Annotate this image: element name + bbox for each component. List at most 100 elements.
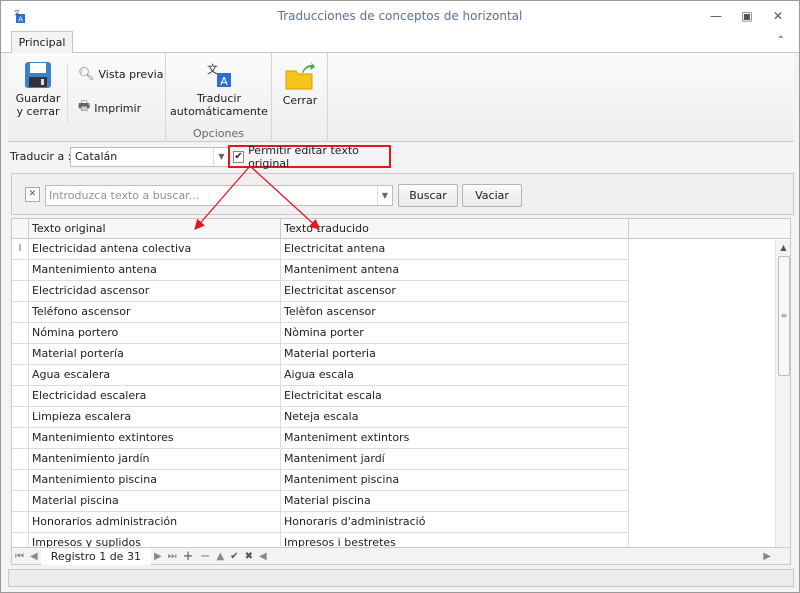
prev-record-icon[interactable]: ◀ [27,551,41,562]
allow-edit-original-checkbox[interactable]: ✔ Permitir editar texto original [228,144,391,170]
row-indicator[interactable] [12,302,29,323]
table-row[interactable]: Impresos y suplidos Impresos i bestretes [12,533,629,547]
search-button[interactable]: Buscar [398,184,458,207]
scrollbar-thumb[interactable]: ≡ [778,256,790,376]
cell-translated[interactable]: Material piscina [281,491,629,512]
cell-translated[interactable]: Manteniment jardí [281,449,629,470]
row-indicator[interactable] [12,407,29,428]
table-row[interactable]: Mantenimiento antena Manteniment antena [12,260,629,281]
row-indicator[interactable] [12,323,29,344]
cell-original[interactable]: Electricidad ascensor [29,281,281,302]
add-record-icon[interactable]: + [180,549,197,564]
scroll-up-icon[interactable]: ▲ [776,243,790,252]
auto-translate-button[interactable]: 文A Traducir automáticamente [170,61,268,118]
delete-record-icon[interactable]: − [197,549,214,564]
scroll-left-icon[interactable]: ◀ [256,551,270,562]
cell-original[interactable]: Material piscina [29,491,281,512]
cell-original[interactable]: Nómina portero [29,323,281,344]
row-indicator[interactable] [12,428,29,449]
cell-original[interactable]: Electricidad escalera [29,386,281,407]
table-row[interactable]: Material portería Material porteria [12,344,629,365]
cell-translated[interactable]: Aigua escala [281,365,629,386]
cell-translated[interactable]: Manteniment piscina [281,470,629,491]
cell-original[interactable]: Honorarios administración [29,512,281,533]
row-indicator[interactable] [12,386,29,407]
cell-original[interactable]: Mantenimiento jardín [29,449,281,470]
last-record-icon[interactable]: ⏭ [165,551,180,562]
cell-translated[interactable]: Neteja escala [281,407,629,428]
cell-translated[interactable]: Material porteria [281,344,629,365]
cell-translated[interactable]: Electricitat antena [281,239,629,260]
table-row[interactable]: Material piscina Material piscina [12,491,629,512]
ribbon-group-main: Guardar y cerrar 🔍︎ Vista previa 🖶 Imprimi… [8,53,166,142]
collapse-ribbon-icon[interactable]: ⌃ [777,35,785,46]
cell-original[interactable]: Electricidad antena colectiva [29,239,281,260]
table-row[interactable]: Nómina portero Nòmina porter [12,323,629,344]
cell-translated[interactable]: Honoraris d'administració [281,512,629,533]
close-search-icon[interactable]: ✕ [25,187,40,202]
cell-translated[interactable]: Manteniment antena [281,260,629,281]
preview-button[interactable]: 🔍︎ Vista previa [78,67,163,82]
checkbox-checked-icon[interactable]: ✔ [233,150,245,163]
scroll-right-icon[interactable]: ▶ [760,551,774,562]
row-indicator[interactable] [12,281,29,302]
cell-translated[interactable]: Impresos i bestretes [281,533,629,547]
search-input[interactable]: Introduzca texto a buscar... ▼ [45,185,393,206]
edit-record-icon[interactable]: ▲ [213,551,227,562]
row-indicator[interactable]: I [12,239,29,260]
close-window-button[interactable]: ✕ [770,8,786,24]
cancel-icon[interactable]: ✖ [242,551,256,562]
table-row[interactable]: Mantenimiento piscina Manteniment piscin… [12,470,629,491]
cell-translated[interactable]: Electricitat escala [281,386,629,407]
chevron-down-icon[interactable]: ▼ [377,186,392,205]
cell-translated[interactable]: Nòmina porter [281,323,629,344]
cell-original[interactable]: Material portería [29,344,281,365]
cell-translated[interactable]: Manteniment extintors [281,428,629,449]
column-header-translated[interactable]: Texto traducido [281,219,629,239]
row-indicator[interactable] [12,533,29,547]
record-navigator: ⏮ ◀ Registro 1 de 31 ▶ ⏭ + − ▲ ✔ ✖ ◀ ▶ [11,547,791,565]
cell-translated[interactable]: Electricitat ascensor [281,281,629,302]
cell-original[interactable]: Limpieza escalera [29,407,281,428]
row-indicator[interactable] [12,512,29,533]
minimize-button[interactable]: — [708,8,724,24]
first-record-icon[interactable]: ⏮ [12,551,27,562]
maximize-button[interactable]: ▣ [739,8,755,24]
cell-original[interactable]: Mantenimiento piscina [29,470,281,491]
confirm-icon[interactable]: ✔ [227,551,241,562]
row-indicator[interactable] [12,344,29,365]
cell-original[interactable]: Teléfono ascensor [29,302,281,323]
table-row[interactable]: Limpieza escalera Neteja escala [12,407,629,428]
table-row[interactable]: I Electricidad antena colectiva Electric… [12,239,629,260]
column-header-original[interactable]: Texto original [29,219,281,239]
table-row[interactable]: Agua escalera Aigua escala [12,365,629,386]
row-indicator[interactable] [12,449,29,470]
row-indicator[interactable] [12,470,29,491]
row-indicator[interactable] [12,365,29,386]
table-row[interactable]: Honorarios administración Honoraris d'ad… [12,512,629,533]
cell-translated[interactable]: Telèfon ascensor [281,302,629,323]
table-row[interactable]: Mantenimiento jardín Manteniment jardí [12,449,629,470]
chevron-down-icon[interactable]: ▼ [213,148,229,166]
clear-button[interactable]: Vaciar [462,184,522,207]
vertical-scrollbar[interactable]: ▲ ≡ [775,240,790,547]
cell-original[interactable]: Impresos y suplidos [29,533,281,547]
cell-original[interactable]: Agua escalera [29,365,281,386]
next-record-icon[interactable]: ▶ [151,551,165,562]
table-row[interactable]: Electricidad escalera Electricitat escal… [12,386,629,407]
ribbon: Guardar y cerrar 🔍︎ Vista previa 🖶 Imprimi… [8,53,794,142]
close-button[interactable]: Cerrar [276,61,324,107]
row-indicator[interactable] [12,491,29,512]
cell-original[interactable]: Mantenimiento antena [29,260,281,281]
tab-principal[interactable]: Principal [11,31,73,53]
table-row[interactable]: Teléfono ascensor Telèfon ascensor [12,302,629,323]
folder-arrow-icon [285,62,315,90]
table-row[interactable]: Electricidad ascensor Electricitat ascen… [12,281,629,302]
magnifier-page-icon: 🔍︎ [78,67,95,82]
row-indicator[interactable] [12,260,29,281]
table-row[interactable]: Mantenimiento extintores Manteniment ext… [12,428,629,449]
print-button[interactable]: 🖶 Imprimir [78,97,141,119]
save-close-button[interactable]: Guardar y cerrar [12,61,64,118]
language-select[interactable]: Catalán ▼ [70,147,230,167]
cell-original[interactable]: Mantenimiento extintores [29,428,281,449]
